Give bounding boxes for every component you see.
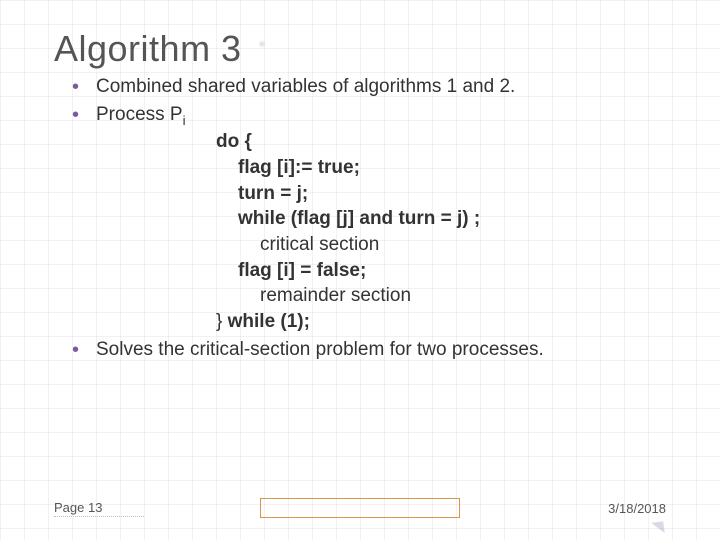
footer-placeholder-box: [260, 498, 460, 518]
code-line-8: } while (1);: [216, 309, 666, 335]
page-curl-icon: [651, 521, 665, 535]
footer-center: [144, 498, 576, 518]
code-line-2: flag [i]:= true;: [216, 155, 666, 181]
bullet-list: Combined shared variables of algorithms …: [72, 74, 666, 362]
code-block: do { flag [i]:= true; turn = j; while (f…: [216, 129, 666, 334]
bullet-text-3: Solves the critical-section problem for …: [96, 339, 544, 360]
slide-title: Algorithm 3: [54, 28, 666, 70]
code-line-8b: while (1);: [228, 311, 310, 332]
bullet-item-3: Solves the critical-section problem for …: [72, 337, 666, 363]
bullet-text-2-sub: i: [183, 112, 186, 127]
code-line-6: flag [i] = false;: [216, 258, 666, 284]
code-line-8a: }: [216, 311, 228, 332]
page-number: Page 13: [54, 500, 144, 517]
slide-date: 3/18/2018: [576, 501, 666, 516]
code-line-4: while (flag [j] and turn = j) ;: [216, 206, 666, 232]
bullet-item-2: Process Pi do { flag [i]:= true; turn = …: [72, 102, 666, 335]
code-line-5: critical section: [216, 232, 666, 258]
bullet-text-2-prefix: Process P: [96, 104, 183, 125]
code-line-1: do {: [216, 129, 666, 155]
slide-footer: Page 13 3/18/2018: [54, 498, 666, 518]
bullet-text-1: Combined shared variables of algorithms …: [96, 76, 515, 97]
code-line-7: remainder section: [216, 283, 666, 309]
bullet-item-1: Combined shared variables of algorithms …: [72, 74, 666, 100]
code-line-3: turn = j;: [216, 181, 666, 207]
slide-container: Algorithm 3 Combined shared variables of…: [0, 0, 720, 540]
